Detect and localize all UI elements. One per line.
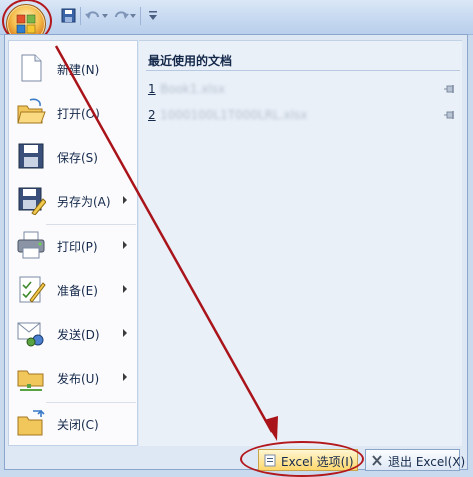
menu-item-label: 准备(E) (57, 284, 98, 298)
pin-icon[interactable] (444, 84, 456, 94)
save-icon[interactable] (60, 8, 78, 24)
menu-item-publish[interactable]: 发布(U) (8, 356, 138, 400)
menu-item-send[interactable]: 发送(D) (8, 312, 138, 356)
recent-document-number: 2 (148, 108, 156, 122)
menu-item-label: 发布(U) (57, 372, 100, 386)
quick-access-separator (140, 7, 141, 25)
recent-document-item[interactable]: 2 1000100L1T000LRL.xlsx (146, 106, 460, 126)
new-document-icon (21, 54, 42, 82)
menu-item-save[interactable]: 保存(S) (8, 135, 138, 179)
submenu-arrow-icon (123, 241, 127, 249)
recent-document-name: Book1.xlsx (160, 82, 226, 96)
menu-item-label: 新建(N) (57, 63, 100, 77)
customize-quick-access-icon[interactable] (148, 10, 158, 22)
save-as-icon (18, 187, 46, 215)
exit-excel-button[interactable]: 退出 Excel(X) (365, 449, 465, 471)
menu-item-label: 发送(D) (57, 328, 100, 342)
submenu-arrow-icon (123, 285, 127, 293)
redo-dropdown-icon[interactable] (130, 13, 136, 19)
pin-icon[interactable] (444, 110, 456, 120)
menu-item-print[interactable]: 打印(P) (8, 224, 138, 268)
close-folder-icon (17, 409, 45, 436)
recent-documents-panel (139, 40, 462, 446)
menu-item-prepare[interactable]: 准备(E) (8, 268, 138, 312)
exit-excel-label: 退出 Excel(X) (388, 455, 466, 469)
quick-access-separator (80, 7, 81, 25)
menu-item-label: 保存(S) (57, 151, 98, 165)
send-icon (17, 322, 44, 347)
menu-item-label: 打印(P) (57, 240, 98, 254)
redo-icon[interactable] (112, 8, 130, 24)
recent-documents-divider (146, 70, 460, 71)
open-folder-icon (17, 98, 46, 124)
menu-item-new[interactable]: 新建(N) (8, 47, 138, 91)
menu-item-close[interactable]: 关闭(C) (8, 402, 138, 446)
recent-document-number: 1 (148, 82, 156, 96)
excel-options-highlight-circle (240, 441, 364, 477)
menu-item-open[interactable]: 打开(O) (8, 91, 138, 135)
submenu-arrow-icon (123, 196, 127, 204)
recent-document-name: 1000100L1T000LRL.xlsx (160, 108, 308, 122)
close-icon (372, 455, 382, 466)
menu-item-label: 关闭(C) (57, 418, 99, 432)
recent-documents-title: 最近使用的文档 (148, 54, 233, 68)
submenu-arrow-icon (123, 373, 127, 381)
recent-document-item[interactable]: 1 Book1.xlsx (146, 80, 460, 100)
undo-icon[interactable] (84, 8, 102, 24)
prepare-icon (19, 276, 46, 303)
menu-item-label: 另存为(A) (57, 195, 111, 209)
menu-item-save-as[interactable]: 另存为(A) (8, 179, 138, 223)
undo-dropdown-icon[interactable] (102, 13, 108, 19)
submenu-arrow-icon (123, 329, 127, 337)
menu-item-label: 打开(O) (57, 107, 100, 121)
printer-icon (17, 231, 45, 259)
publish-icon (17, 370, 44, 391)
save-disk-icon (18, 143, 44, 169)
